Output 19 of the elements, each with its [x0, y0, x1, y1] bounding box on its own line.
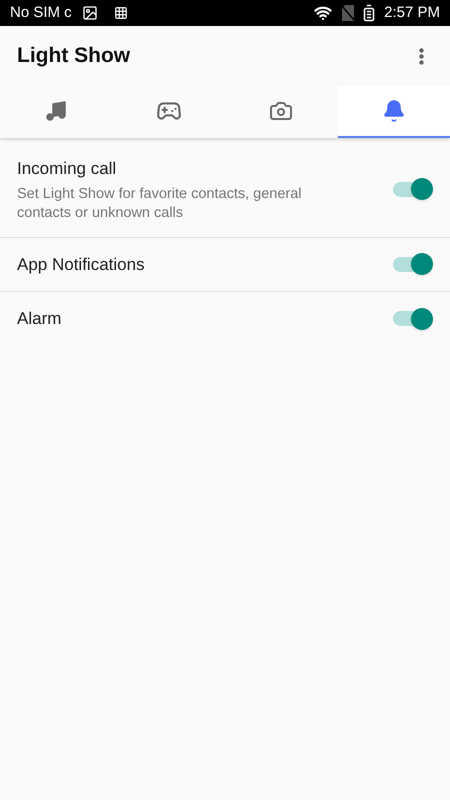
picture-notification-icon: [82, 5, 98, 21]
no-sim-icon: [342, 5, 354, 21]
setting-title: Alarm: [17, 308, 62, 330]
tab[interactable]: [338, 86, 450, 138]
music-note-icon: [44, 99, 68, 123]
wifi-icon: [314, 4, 332, 22]
clock-text: 2:57 PM: [384, 2, 440, 23]
setting-title: Incoming call: [17, 158, 118, 180]
camera-icon: [269, 99, 294, 123]
more-options-icon: [418, 48, 424, 64]
setting-title: App Notifications: [17, 254, 146, 276]
app-title: Light Show: [17, 43, 132, 70]
setting-description: Set Light Show for favorite contacts, general contacts or unknown calls: [17, 184, 303, 222]
grid-notification-icon: [114, 6, 128, 20]
bell-icon: [382, 99, 406, 123]
carrier-text: No SIM c: [10, 2, 72, 23]
toggle-switch[interactable]: [393, 252, 433, 276]
toggle-switch[interactable]: [393, 177, 433, 202]
toggle-switch[interactable]: [393, 306, 433, 331]
